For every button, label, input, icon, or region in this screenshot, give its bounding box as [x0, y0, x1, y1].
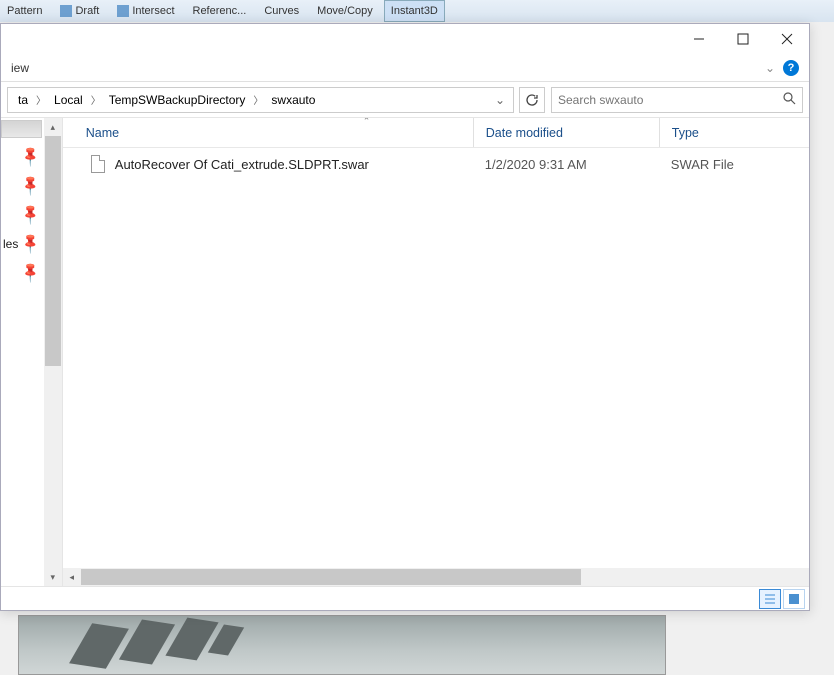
scroll-down-icon[interactable]: ▾	[44, 568, 62, 586]
file-rows: AutoRecover Of Cati_extrude.SLDPRT.swar …	[63, 148, 809, 568]
scroll-left-icon[interactable]: ◂	[63, 568, 81, 586]
maximize-button[interactable]	[721, 24, 765, 54]
file-icon	[91, 155, 105, 173]
pin-icon: 📌	[19, 202, 43, 226]
ribbon-collapse-icon[interactable]: ⌄	[765, 61, 775, 75]
minimize-button[interactable]	[677, 24, 721, 54]
close-button[interactable]	[765, 24, 809, 54]
sort-indicator-icon: ⌃	[363, 118, 371, 127]
search-input[interactable]	[558, 93, 758, 107]
details-view-button[interactable]	[759, 589, 781, 609]
nav-scrollbar[interactable]: ▴ ▾	[44, 118, 62, 586]
refresh-button[interactable]	[519, 87, 545, 113]
pin-icon: 📌	[19, 144, 43, 168]
app-3d-viewport	[18, 615, 666, 675]
column-headers: ⌃ Name Date modified Type	[63, 118, 809, 148]
crumb-0[interactable]: ta	[12, 91, 34, 109]
scroll-thumb[interactable]	[81, 569, 581, 585]
pin-icon: 📌	[19, 231, 43, 255]
nav-item-selected[interactable]	[1, 120, 42, 138]
file-list-area: ⌃ Name Date modified Type AutoRecover Of…	[63, 118, 809, 586]
column-name[interactable]: Name	[63, 118, 473, 147]
ribbon-pattern[interactable]: Pattern	[0, 0, 49, 22]
search-box[interactable]	[551, 87, 803, 113]
chevron-right-icon[interactable]: 〉	[91, 92, 101, 107]
scroll-thumb[interactable]	[45, 136, 61, 366]
column-type[interactable]: Type	[659, 118, 779, 147]
ribbon-tabs: iew ⌄ ?	[1, 54, 809, 82]
chevron-right-icon[interactable]: 〉	[253, 92, 263, 107]
status-bar	[1, 586, 809, 610]
crumb-1[interactable]: Local	[48, 91, 89, 109]
breadcrumb-bar[interactable]: ta 〉 Local 〉 TempSWBackupDirectory 〉 swx…	[7, 87, 514, 113]
file-name: AutoRecover Of Cati_extrude.SLDPRT.swar	[115, 157, 369, 172]
ribbon-intersect[interactable]: Intersect	[110, 0, 181, 22]
ribbon-move-copy[interactable]: Move/Copy	[310, 0, 380, 22]
breadcrumb-dropdown-icon[interactable]: ⌄	[491, 93, 509, 107]
search-icon[interactable]	[782, 91, 796, 108]
crumb-3[interactable]: swxauto	[265, 91, 321, 109]
thumbnails-view-button[interactable]	[783, 589, 805, 609]
ribbon-curves[interactable]: Curves	[257, 0, 306, 22]
nav-pane: 📌 📌 📌 les📌 📌 ▴ ▾	[1, 118, 63, 586]
file-type: SWAR File	[659, 157, 809, 172]
address-bar-row: ta 〉 Local 〉 TempSWBackupDirectory 〉 swx…	[1, 82, 809, 118]
column-date-modified[interactable]: Date modified	[473, 118, 659, 147]
file-explorer-window: iew ⌄ ? ta 〉 Local 〉 TempSWBackupDirecto…	[0, 23, 810, 611]
file-row[interactable]: AutoRecover Of Cati_extrude.SLDPRT.swar …	[63, 148, 809, 180]
ribbon-draft[interactable]: Draft	[53, 0, 106, 22]
file-date: 1/2/2020 9:31 AM	[473, 157, 659, 172]
horizontal-scrollbar[interactable]: ◂ ▸	[63, 568, 809, 586]
crumb-2[interactable]: TempSWBackupDirectory	[103, 91, 252, 109]
ribbon-tab-view[interactable]: iew	[11, 61, 29, 75]
pin-icon: 📌	[19, 260, 43, 284]
window-titlebar	[1, 24, 809, 54]
pin-icon: 📌	[19, 173, 43, 197]
app-ribbon: Pattern Draft Intersect Referenc... Curv…	[0, 0, 834, 22]
help-icon[interactable]: ?	[783, 60, 799, 76]
chevron-right-icon[interactable]: 〉	[36, 92, 46, 107]
ribbon-reference[interactable]: Referenc...	[186, 0, 254, 22]
scroll-up-icon[interactable]: ▴	[44, 118, 62, 136]
ribbon-instant3d[interactable]: Instant3D	[384, 0, 445, 22]
